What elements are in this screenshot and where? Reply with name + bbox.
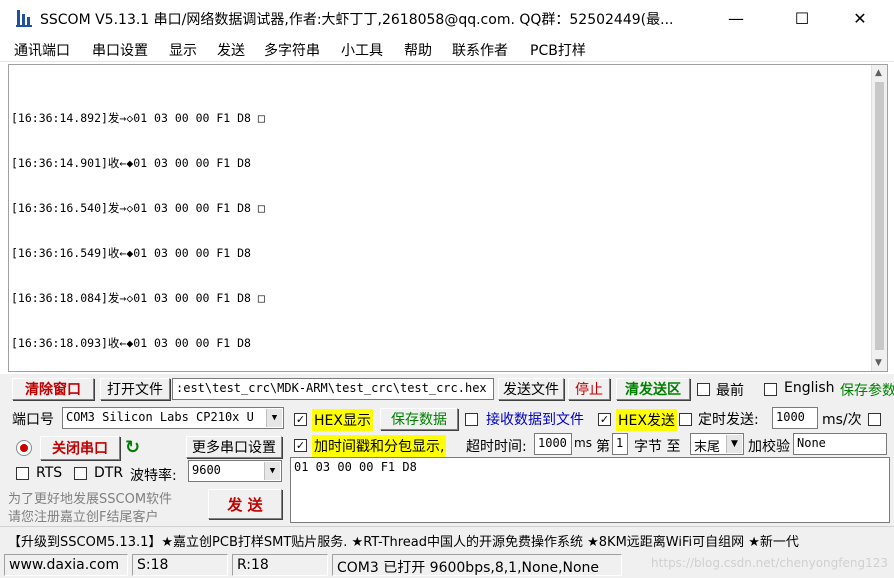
log-line: [16:36:14.892]发→◇01 03 00 00 F1 D8 □ [11,111,265,125]
send-button[interactable]: 发 送 [208,489,282,519]
log-line: [16:36:14.901]收←◆01 03 00 00 F1 D8 [11,156,251,170]
start-byte-input[interactable]: 1 [612,433,628,455]
menu-pcb-proofing[interactable]: PCB打样 [530,40,586,60]
clear-window-button[interactable]: 清除窗口 [12,378,94,400]
latest-label: 最前 [716,383,744,399]
nth-label: 第 [596,439,610,455]
dtr-checkbox[interactable] [74,467,87,480]
menu-display[interactable]: 显示 [169,40,197,60]
menu-comm-port[interactable]: 通讯端口 [14,40,70,60]
end-value: 末尾 [694,440,721,455]
rts-label: RTS [36,465,63,481]
close-button[interactable]: ✕ [840,6,880,30]
received-count: R:18 [232,554,328,576]
log-line: [16:36:16.540]发→◇01 03 00 00 F1 D8 □ [11,201,265,215]
english-label: English [784,380,835,396]
hex-display-checkbox[interactable]: ✓ [294,413,307,426]
maximize-button[interactable]: ☐ [782,6,822,30]
english-checkbox[interactable] [764,383,777,396]
extra-option-checkbox[interactable] [868,413,881,426]
hex-send-label: HEX发送 [616,409,677,431]
end-select[interactable]: 末尾 ▼ [690,433,744,455]
checksum-label: 加校验 [748,439,790,455]
timed-interval-input[interactable]: 1000 [772,407,818,429]
status-bar: www.daxia.com S:18 R:18 COM3 已打开 9600bps… [0,552,894,578]
timestamp-label: 加时间戳和分包显示, [312,435,447,457]
timed-unit-label: ms/次 [822,412,862,428]
menu-serial-settings[interactable]: 串口设置 [92,40,148,60]
sscom-app-icon [16,10,32,27]
timeout-input[interactable]: 1000 [534,433,572,455]
website-link[interactable]: www.daxia.com [4,554,128,576]
control-panel: 清除窗口 打开文件 :est\test_crc\MDK-ARM\test_crc… [0,374,894,526]
sent-count: S:18 [132,554,228,576]
timeout-unit-label: ms [574,436,592,450]
file-path-field[interactable]: :est\test_crc\MDK-ARM\test_crc\test_crc.… [172,378,494,400]
timed-send-checkbox[interactable] [679,413,692,426]
clear-send-button[interactable]: 清发送区 [616,378,690,400]
register-notice-line2: 请您注册嘉立创F结尾客户 [8,510,159,525]
send-text-area[interactable]: 01 03 00 00 F1 D8 [290,457,890,523]
window-title: SSCOM V5.13.1 串口/网络数据调试器,作者:大虾丁丁,2618058… [40,12,674,28]
register-notice-line1: 为了更好地发展SSCOM软件 [8,492,173,507]
send-file-button[interactable]: 发送文件 [498,378,564,400]
stop-button[interactable]: 停止 [568,378,610,400]
chevron-down-icon[interactable]: ▼ [264,462,280,480]
timeout-label: 超时时间: [466,439,527,455]
hex-send-checkbox[interactable]: ✓ [598,413,611,426]
scroll-up-icon[interactable]: ▲ [875,68,882,78]
log-line: [16:36:16.549]收←◆01 03 00 00 F1 D8 [11,246,251,260]
receive-window[interactable]: [16:36:14.892]发→◇01 03 00 00 F1 D8 □ [16… [8,64,888,372]
scroll-thumb[interactable] [875,82,884,350]
port-status-led-icon [16,440,32,456]
dtr-label: DTR [94,465,124,481]
log-line: [16:36:18.084]发→◇01 03 00 00 F1 D8 □ [11,291,265,305]
minimize-button[interactable]: — [716,6,756,30]
baud-select[interactable]: 9600 ▼ [188,460,282,482]
menu-tools[interactable]: 小工具 [341,40,383,60]
byte-to-label: 字节 至 [634,439,681,455]
latest-checkbox[interactable] [697,383,710,396]
close-port-button[interactable]: 关闭串口 [40,436,120,460]
csdn-watermark: https://blog.csdn.net/chenyongfeng123 [651,556,888,570]
chevron-down-icon[interactable]: ▼ [266,409,282,427]
rts-checkbox[interactable] [16,467,29,480]
port-status: COM3 已打开 9600bps,8,1,None,None [332,554,622,576]
scroll-down-icon[interactable]: ▼ [875,358,882,368]
timestamp-checkbox[interactable]: ✓ [294,439,307,452]
ad-ticker[interactable]: 【升级到SSCOM5.13.1】★嘉立创PCB打样SMT贴片服务. ★RT-Th… [0,526,894,552]
timed-send-label: 定时发送: [698,412,759,428]
menu-multi-string[interactable]: 多字符串 [264,40,320,60]
receive-scrollbar[interactable]: ▲ ▼ [871,65,887,371]
hex-display-label: HEX显示 [312,409,373,431]
more-serial-settings-button[interactable]: 更多串口设置 [186,436,282,458]
title-bar: SSCOM V5.13.1 串口/网络数据调试器,作者:大虾丁丁,2618058… [0,0,894,36]
menu-send[interactable]: 发送 [217,40,245,60]
save-data-button[interactable]: 保存数据 [380,408,458,430]
checksum-select[interactable]: None [793,433,887,455]
save-params-button[interactable]: 保存参数 [840,380,894,400]
port-value: COM3 Silicon Labs CP210x U [66,410,254,424]
menu-help[interactable]: 帮助 [404,40,432,60]
recv-to-file-label: 接收数据到文件 [486,412,584,428]
menu-contact-author[interactable]: 联系作者 [452,40,508,60]
receive-log: [16:36:14.892]发→◇01 03 00 00 F1 D8 □ [16… [11,81,265,381]
recv-to-file-checkbox[interactable] [465,413,478,426]
log-line: [16:36:18.093]收←◆01 03 00 00 F1 D8 [11,336,251,350]
open-file-button[interactable]: 打开文件 [100,378,170,400]
chevron-down-icon[interactable]: ▼ [726,435,742,453]
refresh-icon[interactable]: ↻ [125,437,140,458]
menu-bar: 通讯端口 串口设置 显示 发送 多字符串 小工具 帮助 联系作者 PCB打样 [0,36,894,62]
baud-label: 波特率: [130,468,177,484]
port-label: 端口号 [12,412,54,428]
port-select[interactable]: COM3 Silicon Labs CP210x U ▼ [62,407,284,429]
baud-value: 9600 [192,463,221,477]
